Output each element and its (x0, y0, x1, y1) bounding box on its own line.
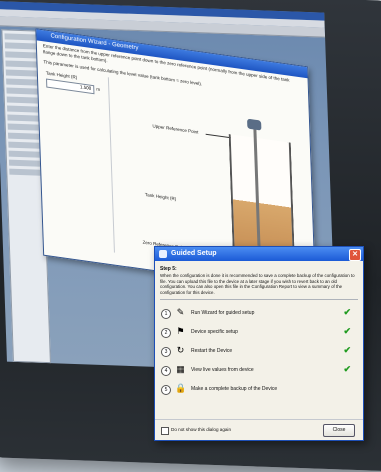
step-number: 2 (161, 328, 171, 339)
live-values-icon[interactable]: ▦ (175, 364, 186, 375)
wizard-icon[interactable]: ✎ (175, 307, 186, 318)
step-number: 5 (161, 385, 171, 396)
setup-step-4[interactable]: 4 ▦ View live values from device ✔ (155, 361, 363, 380)
close-icon[interactable]: ✕ (349, 249, 361, 261)
setup-step-3[interactable]: 3 ↻ Restart the Device ✔ (155, 342, 363, 361)
dialog-app-icon (159, 250, 167, 258)
probe-head-icon (247, 118, 262, 131)
tank-height-unit: m (96, 86, 101, 93)
backup-icon[interactable]: 🔒 (175, 383, 186, 394)
checkmark-icon: ✔ (343, 307, 351, 318)
step-number: 1 (161, 309, 171, 320)
checkmark-icon: ✔ (343, 345, 351, 356)
step-label: View live values from device (191, 367, 254, 374)
tank-height-diagram-label: Tank Height (R) (144, 192, 177, 202)
upper-reference-label: Upper Reference Point (152, 123, 199, 135)
checkmark-icon: ✔ (343, 364, 351, 375)
setup-step-1[interactable]: 1 ✎ Run Wizard for guided setup ✔ (155, 304, 363, 323)
setup-step-5[interactable]: 5 🔒 Make a complete backup of the Device (155, 380, 363, 399)
step-heading: Step 5: (160, 266, 177, 272)
guided-setup-title: Guided Setup (171, 250, 217, 257)
checkmark-icon: ✔ (343, 326, 351, 337)
guided-setup-titlebar: Guided Setup ✕ (155, 247, 363, 261)
step-number: 3 (161, 347, 171, 358)
setup-step-2[interactable]: 2 ⚑ Device specific setup ✔ (155, 323, 363, 342)
restart-icon[interactable]: ↻ (175, 345, 186, 356)
step-label: Run Wizard for guided setup (191, 310, 255, 317)
step-label: Make a complete backup of the Device (191, 386, 278, 393)
probe-icon[interactable]: ⚑ (175, 326, 186, 337)
setup-steps-list: 1 ✎ Run Wizard for guided setup ✔ 2 ⚑ Device s… (155, 304, 363, 399)
step-label: Device specific setup (191, 329, 238, 336)
close-button[interactable]: Close (323, 424, 355, 437)
guided-setup-dialog: Guided Setup ✕ Step 5: When the configur… (154, 246, 364, 441)
divider (160, 299, 358, 301)
dialog-footer: Do not show this dialog again Close (155, 419, 363, 440)
dont-show-label: Do not show this dialog again (171, 427, 232, 432)
step-number: 4 (161, 366, 171, 377)
step-label: Restart the Device (191, 348, 233, 355)
step-description: When the configuration is done it is rec… (160, 273, 355, 295)
tank-height-input[interactable]: 1.500 (46, 78, 95, 95)
dont-show-checkbox[interactable] (161, 427, 169, 435)
